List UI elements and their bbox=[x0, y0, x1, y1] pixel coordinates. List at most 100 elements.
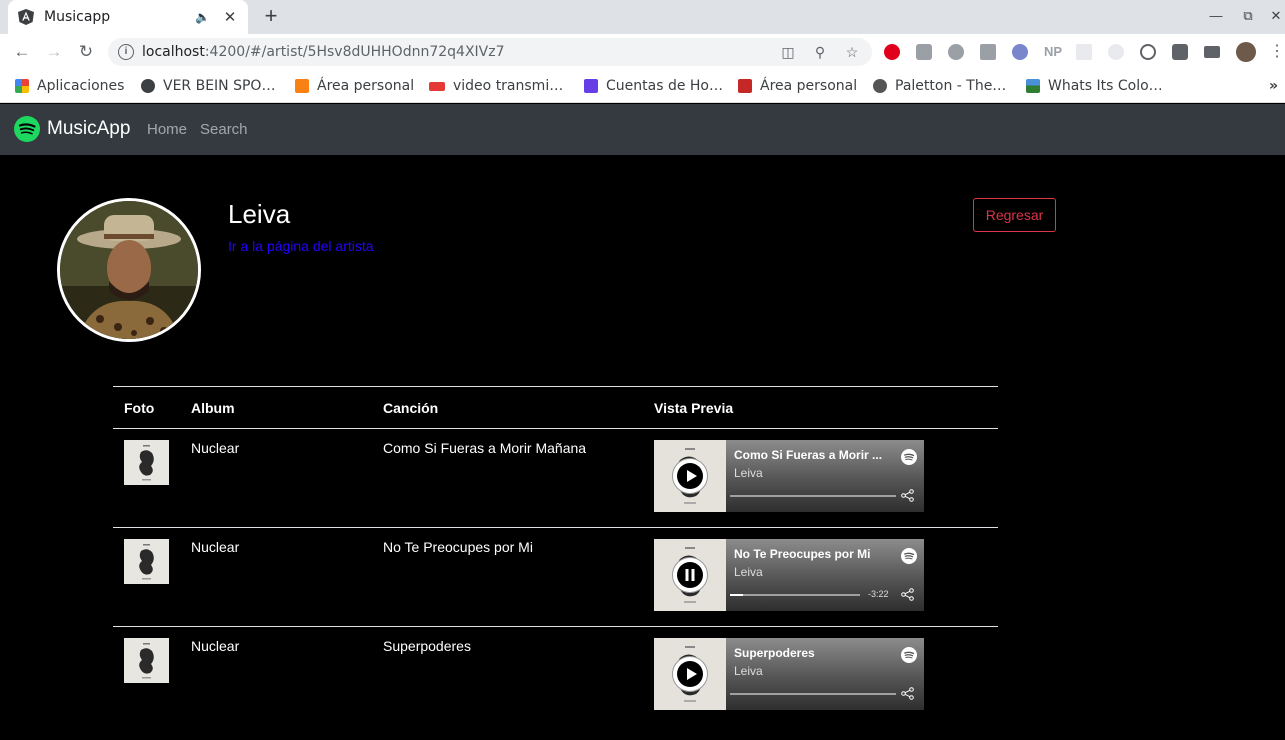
album-name: Nuclear bbox=[191, 527, 383, 627]
grid-extension-icon[interactable] bbox=[1076, 44, 1092, 60]
url-path: :4200/#/artist/5Hsv8dUHHOdnn72q4XIVz7 bbox=[204, 44, 505, 60]
table-header-row: Foto Album Canción Vista Previa bbox=[113, 386, 998, 429]
site-info-icon[interactable]: i bbox=[118, 44, 134, 60]
bookmark-item[interactable]: Aplicaciones bbox=[15, 76, 124, 96]
back-arrow-icon[interactable]: ← bbox=[11, 41, 33, 63]
paletton-icon bbox=[873, 79, 887, 93]
player-progress-bar[interactable] bbox=[730, 693, 896, 695]
translate-icon[interactable]: ◫ bbox=[780, 44, 796, 60]
more-bookmarks-icon[interactable]: » bbox=[1269, 76, 1278, 96]
pause-icon bbox=[677, 562, 703, 588]
bookmark-item[interactable]: Paletton - The… bbox=[873, 76, 1006, 96]
nav-home-link[interactable]: Home bbox=[147, 121, 187, 138]
brand-name: MusicApp bbox=[47, 118, 131, 139]
spotify-icon[interactable] bbox=[901, 449, 917, 465]
song-name: Como Si Fueras a Morir Mañana bbox=[383, 428, 654, 528]
pause-button[interactable] bbox=[672, 557, 708, 593]
angular-icon bbox=[18, 9, 34, 25]
opera-blue-extension-icon[interactable] bbox=[1012, 44, 1028, 60]
zoom-icon[interactable]: ⚲ bbox=[812, 44, 828, 60]
speaker-icon[interactable]: 🔈 bbox=[195, 10, 210, 24]
player-artist-name[interactable]: Leiva bbox=[734, 664, 763, 678]
code-extension-icon[interactable] bbox=[1140, 44, 1156, 60]
artist-name: Leiva bbox=[228, 199, 291, 229]
play-icon bbox=[677, 463, 703, 489]
bookmark-item[interactable]: video transmi… bbox=[429, 76, 563, 96]
forward-arrow-icon[interactable]: → bbox=[43, 41, 65, 63]
album-name: Nuclear bbox=[191, 626, 383, 726]
player-time-remaining: -3:22 bbox=[868, 589, 889, 599]
bookmark-item[interactable]: VER BEIN SPO… bbox=[141, 76, 275, 96]
reload-icon[interactable]: ↻ bbox=[75, 41, 97, 63]
album-cover-thumb bbox=[124, 440, 169, 485]
bookmark-item[interactable]: Área personal bbox=[738, 76, 857, 96]
spotify-icon[interactable] bbox=[901, 548, 917, 564]
tracks-table: Foto Album Canción Vista Previa Nuclear … bbox=[113, 386, 998, 726]
player-progress-bar[interactable] bbox=[730, 594, 860, 596]
profile-avatar[interactable] bbox=[1236, 42, 1256, 62]
globe-icon bbox=[141, 79, 155, 93]
share-icon[interactable] bbox=[901, 489, 914, 502]
bookmarks-bar: Aplicaciones VER BEIN SPO… Área personal… bbox=[0, 70, 1285, 103]
target-extension-icon[interactable] bbox=[1108, 44, 1124, 60]
cube-extension-icon[interactable] bbox=[916, 44, 932, 60]
player-cover-art bbox=[654, 638, 726, 710]
url-host: localhost bbox=[142, 44, 205, 60]
artist-avatar bbox=[57, 198, 201, 342]
moodle-icon bbox=[295, 79, 309, 93]
restore-icon[interactable]: ⧉ bbox=[1240, 8, 1256, 24]
song-name: Superpoderes bbox=[383, 626, 654, 726]
spotify-logo-icon bbox=[14, 116, 40, 142]
brand-link[interactable]: MusicApp bbox=[14, 116, 130, 142]
bookmark-item[interactable]: Área personal bbox=[295, 76, 414, 96]
tab-title: Musicapp bbox=[44, 9, 111, 25]
share-icon[interactable] bbox=[901, 588, 914, 601]
close-tab-icon[interactable]: ✕ bbox=[222, 8, 238, 26]
bookmark-item[interactable]: Cuentas de Ho… bbox=[584, 76, 723, 96]
artist-page-link[interactable]: Ir a la página del artista bbox=[228, 238, 374, 254]
apps-grid-icon bbox=[15, 79, 29, 93]
player-progress-fill bbox=[730, 594, 743, 596]
table-row: Nuclear No Te Preocupes por Mi No Te Pre… bbox=[113, 527, 998, 627]
player-progress-bar[interactable] bbox=[730, 495, 896, 497]
new-tab-button[interactable]: + bbox=[260, 5, 282, 27]
recycle-extension-icon[interactable] bbox=[980, 44, 996, 60]
spotify-embed-player: No Te Preocupes por Mi Leiva -3:22 bbox=[654, 539, 924, 611]
player-artist-name[interactable]: Leiva bbox=[734, 466, 763, 480]
address-bar[interactable]: i localhost:4200/#/artist/5Hsv8dUHHOdnn7… bbox=[108, 38, 872, 66]
player-cover-art bbox=[654, 440, 726, 512]
compass-extension-icon[interactable] bbox=[948, 44, 964, 60]
player-cover-art bbox=[654, 539, 726, 611]
spotify-icon[interactable] bbox=[901, 647, 917, 663]
chrome-menu-icon[interactable]: ⋮ bbox=[1266, 41, 1285, 63]
play-button[interactable] bbox=[672, 656, 708, 692]
np-extension-icon[interactable]: NP bbox=[1044, 44, 1064, 60]
player-artist-name[interactable]: Leiva bbox=[734, 565, 763, 579]
header-cancion: Canción bbox=[383, 386, 654, 429]
album-cover-thumb bbox=[124, 539, 169, 584]
minimize-icon[interactable]: — bbox=[1208, 8, 1224, 23]
player-track-title[interactable]: Superpoderes bbox=[734, 646, 894, 660]
header-foto: Foto bbox=[113, 386, 191, 429]
puzzle-extensions-icon[interactable] bbox=[1172, 44, 1188, 60]
table-row: Nuclear Como Si Fueras a Morir Mañana Co… bbox=[113, 428, 998, 528]
player-track-title[interactable]: Como Si Fueras a Morir ... bbox=[734, 448, 894, 462]
back-button[interactable]: Regresar bbox=[973, 198, 1056, 232]
close-window-icon[interactable]: ✕ bbox=[1268, 8, 1284, 24]
song-name: No Te Preocupes por Mi bbox=[383, 527, 654, 627]
table-row: Nuclear Superpoderes Superpoderes Leiva bbox=[113, 626, 998, 726]
browser-tab[interactable]: Musicapp 🔈 ✕ bbox=[8, 0, 248, 34]
player-track-title[interactable]: No Te Preocupes por Mi bbox=[734, 547, 894, 561]
bookmark-item[interactable]: Whats Its Colo… bbox=[1026, 76, 1163, 96]
bookmark-star-icon[interactable]: ☆ bbox=[844, 44, 860, 60]
shield-icon bbox=[738, 79, 752, 93]
media-control-icon[interactable] bbox=[1204, 46, 1220, 58]
hostinger-icon bbox=[584, 79, 598, 93]
album-name: Nuclear bbox=[191, 428, 383, 528]
nav-search-link[interactable]: Search bbox=[200, 121, 248, 138]
opera-extension-icon[interactable] bbox=[884, 44, 900, 60]
play-button[interactable] bbox=[672, 458, 708, 494]
header-preview: Vista Previa bbox=[654, 386, 998, 429]
share-icon[interactable] bbox=[901, 687, 914, 700]
spotify-embed-player: Como Si Fueras a Morir ... Leiva bbox=[654, 440, 924, 512]
